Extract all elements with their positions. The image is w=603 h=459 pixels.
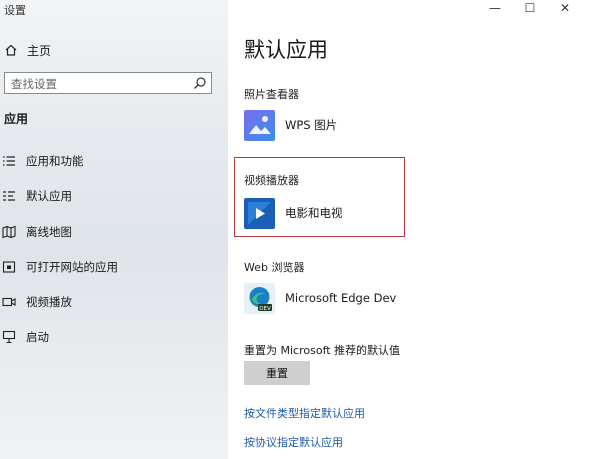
sidebar-item-label: 离线地图 bbox=[26, 225, 72, 239]
edge-dev-icon: DEV bbox=[244, 282, 275, 314]
map-icon bbox=[2, 225, 16, 239]
sidebar-item-video-playback[interactable]: 视频播放 bbox=[0, 291, 228, 313]
page-title: 默认应用 bbox=[244, 38, 328, 62]
sidebar-item-label: 启动 bbox=[26, 330, 49, 344]
sidebar-item-default-apps[interactable]: 默认应用 bbox=[0, 185, 228, 207]
search-placeholder: 查找设置 bbox=[11, 77, 57, 91]
choose-by-file-type-link[interactable]: 按文件类型指定默认应用 bbox=[244, 405, 365, 421]
reset-button[interactable]: 重置 bbox=[244, 361, 310, 385]
close-button[interactable]: ✕ bbox=[553, 0, 577, 16]
list-icon bbox=[3, 156, 15, 166]
website-icon bbox=[2, 261, 16, 273]
sidebar-item-apps-for-websites[interactable]: 可打开网站的应用 bbox=[0, 256, 228, 278]
sidebar-item-label: 视频播放 bbox=[26, 295, 72, 309]
video-player-app-name: 电影和电视 bbox=[285, 206, 343, 220]
startup-icon bbox=[2, 330, 16, 344]
svg-text:DEV: DEV bbox=[259, 306, 271, 312]
browser-app-button[interactable]: DEV Microsoft Edge Dev bbox=[244, 281, 396, 315]
wps-photo-icon bbox=[244, 109, 275, 141]
video-player-heading: 视频播放器 bbox=[244, 174, 299, 187]
home-label: 主页 bbox=[27, 43, 52, 58]
video-icon bbox=[2, 297, 16, 307]
search-input[interactable]: 查找设置 bbox=[4, 72, 212, 94]
section-header-apps: 应用 bbox=[4, 112, 29, 126]
choose-by-protocol-link[interactable]: 按协议指定默认应用 bbox=[244, 434, 343, 450]
reset-label: 重置为 Microsoft 推荐的默认值 bbox=[244, 344, 401, 357]
home-link[interactable]: 主页 bbox=[4, 40, 51, 60]
window-title: 设置 bbox=[4, 4, 26, 17]
photo-viewer-app-button[interactable]: WPS 图片 bbox=[244, 108, 337, 142]
home-icon bbox=[5, 44, 17, 56]
sidebar-item-apps-features[interactable]: 应用和功能 bbox=[0, 150, 228, 172]
default-apps-icon bbox=[3, 191, 15, 201]
minimize-button[interactable]: — bbox=[483, 0, 507, 16]
sidebar-item-label: 默认应用 bbox=[26, 189, 72, 203]
main-panel: — ☐ ✕ 默认应用 照片查看器 WPS 图片 视频播放器 电影和电视 Web … bbox=[228, 0, 603, 459]
sidebar-item-label: 可打开网站的应用 bbox=[26, 260, 118, 274]
sidebar-item-startup[interactable]: 启动 bbox=[0, 326, 228, 348]
search-icon[interactable] bbox=[193, 76, 207, 90]
movies-tv-icon bbox=[244, 197, 275, 229]
sidebar: 设置 主页 查找设置 应用 应用和功能 默认应用 离线地图 可打开网站的应用 视… bbox=[0, 0, 228, 459]
video-player-app-button[interactable]: 电影和电视 bbox=[244, 196, 343, 230]
photo-viewer-heading: 照片查看器 bbox=[244, 88, 299, 101]
browser-heading: Web 浏览器 bbox=[244, 261, 305, 274]
sidebar-item-offline-maps[interactable]: 离线地图 bbox=[0, 221, 228, 243]
browser-app-name: Microsoft Edge Dev bbox=[285, 291, 397, 305]
photo-viewer-app-name: WPS 图片 bbox=[285, 118, 338, 132]
sidebar-item-label: 应用和功能 bbox=[26, 154, 84, 168]
maximize-button[interactable]: ☐ bbox=[518, 0, 542, 16]
